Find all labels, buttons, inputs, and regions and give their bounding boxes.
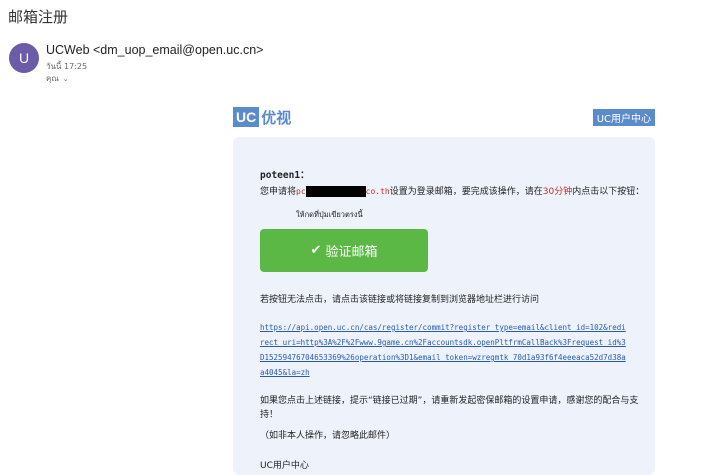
- verification-link[interactable]: https://api.open.uc.cn/cas/register/comm…: [260, 320, 628, 380]
- line1-prefix: 您申请将: [260, 187, 297, 197]
- verify-email-button[interactable]: ✔ 验证邮箱: [260, 229, 428, 272]
- link-instructions: 若按钮无法点击，请点击该链接或将链接复制到浏览器地址栏进行访问: [260, 295, 540, 305]
- uc-logo: UC 优视: [233, 107, 291, 127]
- instruction-text: 您申请将pc co.th设置为登录邮箱，要完成该操作，请在30分钟内点击以下按钮：: [260, 184, 645, 200]
- recipient-label: คุณ: [46, 74, 59, 83]
- expired-note: 如果您点击上述链接，提示“链接已过期”，请重新发起密保邮箱的设置申请，感谢您的配…: [260, 396, 639, 420]
- email-subject: 邮箱注册: [8, 8, 69, 26]
- avatar[interactable]: U: [9, 43, 39, 73]
- verify-button-label: 验证邮箱: [325, 245, 378, 260]
- email-start: pc: [296, 187, 306, 196]
- check-icon: ✔: [310, 243, 322, 258]
- line1-mid: 设置为登录邮箱，要完成该操作，请在: [389, 187, 543, 197]
- not-you-note: （如非本人操作，请忽略此邮件）: [260, 431, 396, 441]
- redacted-block: [305, 186, 366, 197]
- chevron-down-icon[interactable]: ⌄: [63, 75, 69, 83]
- email-card: poteen1： 您申请将pc co.th设置为登录邮箱，要完成该操作，请在30分…: [233, 137, 655, 475]
- brand-header: UC 优视 UC用户中心: [233, 107, 655, 129]
- thai-hint: ให้กดที่ปุ่มเขียวตรงนี้: [296, 210, 363, 219]
- recipient-line[interactable]: คุณ ⌄: [46, 72, 69, 85]
- line1-suffix: 内点击以下按钮：: [572, 187, 645, 197]
- greeting: poteen1：: [260, 170, 310, 181]
- sender-address[interactable]: UCWeb <dm_uop_email@open.uc.cn>: [46, 43, 263, 57]
- logo-text: 优视: [261, 108, 292, 127]
- time-limit: 30分钟: [542, 187, 573, 197]
- email-end: co.th: [365, 187, 390, 196]
- logo-uc: UC: [233, 107, 260, 127]
- uc-center-badge: UC用户中心: [592, 109, 655, 126]
- signature: UC用户中心: [260, 461, 309, 471]
